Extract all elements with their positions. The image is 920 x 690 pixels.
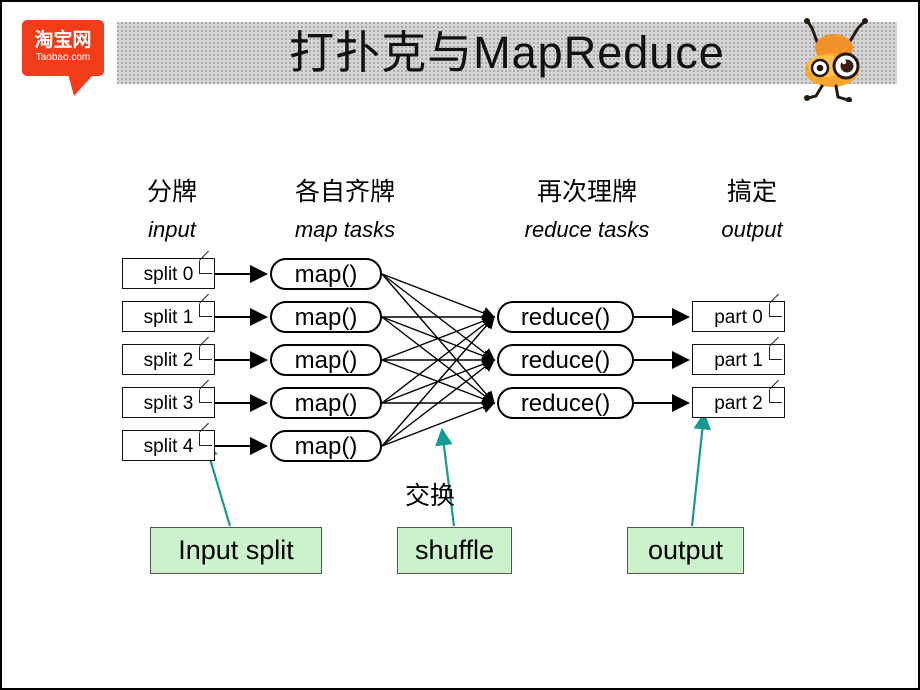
callout-output-label: output [647,535,724,565]
split-box[interactable]: split 0 [122,258,215,289]
column-header-cn-input: 分牌 [146,179,197,206]
document-corner-icon [199,304,212,317]
logo-bubble: 淘宝网 Taobao.com [22,20,104,76]
ant-mascot-icon [804,18,868,103]
part-box[interactable]: part 0 [692,301,785,332]
map-task-label: map() [294,390,358,417]
part-box[interactable]: part 1 [692,344,785,375]
page-title: 打扑克与MapReduce [289,27,725,78]
callout-shuffle[interactable]: shuffle [397,527,512,574]
split-box[interactable]: split 3 [122,387,215,418]
map-task-node[interactable]: map() [270,430,382,462]
document-corner-icon [769,304,782,317]
edge-split-to-map [215,265,268,455]
column-header-en-reduce: reduce tasks [524,217,650,242]
edge-map-to-reduce [381,273,496,447]
map-task-label: map() [294,261,358,288]
column-header-cn-map: 各自齐牌 [294,179,395,206]
document-corner-icon [199,390,212,403]
split-box[interactable]: split 4 [122,430,215,461]
document-corner-icon [769,347,782,360]
column-header-en-map: map tasks [294,217,396,242]
ant-mascot [796,16,878,103]
edge-reduce-to-part [634,308,690,412]
column-header-cn-reduce: 再次理牌 [536,179,637,206]
map-task-node[interactable]: map() [270,258,382,290]
part-box[interactable]: part 2 [692,387,785,418]
callout-input-split-label: Input split [178,535,294,565]
reduce-task-label: reduce() [520,304,611,331]
document-corner-icon [199,347,212,360]
map-task-label: map() [294,304,358,331]
map-task-node[interactable]: map() [270,344,382,376]
shuffle-chinese-label: 交换 [405,483,456,510]
logo-speech-tail [68,74,94,96]
reduce-task-label: reduce() [520,347,611,374]
reduce-task-node[interactable]: reduce() [497,301,634,333]
document-corner-icon [199,261,212,274]
callout-shuffle-label: shuffle [414,535,495,565]
callout-output[interactable]: output [627,527,744,574]
reduce-task-node[interactable]: reduce() [497,387,634,419]
column-header-cn-output: 搞定 [726,179,777,206]
column-header-en-output: output [721,217,783,242]
map-task-node[interactable]: map() [270,387,382,419]
map-task-node[interactable]: map() [270,301,382,333]
document-corner-icon [199,433,212,446]
reduce-task-node[interactable]: reduce() [497,344,634,376]
document-corner-icon [769,390,782,403]
map-task-label: map() [294,433,358,460]
column-header-en-input: input [148,217,196,242]
split-box[interactable]: split 1 [122,301,215,332]
map-task-label: map() [294,347,358,374]
logo-latin-text: Taobao.com [35,52,91,63]
reduce-task-label: reduce() [520,390,611,417]
callout-input-split[interactable]: Input split [150,527,322,574]
logo-chinese-text: 淘宝网 [34,29,92,51]
slide-canvas: 打扑克与MapReduce 淘宝网 Taobao.com 分牌 input 各自… [0,0,920,690]
split-box[interactable]: split 2 [122,344,215,375]
taobao-logo: 淘宝网 Taobao.com [22,20,104,96]
